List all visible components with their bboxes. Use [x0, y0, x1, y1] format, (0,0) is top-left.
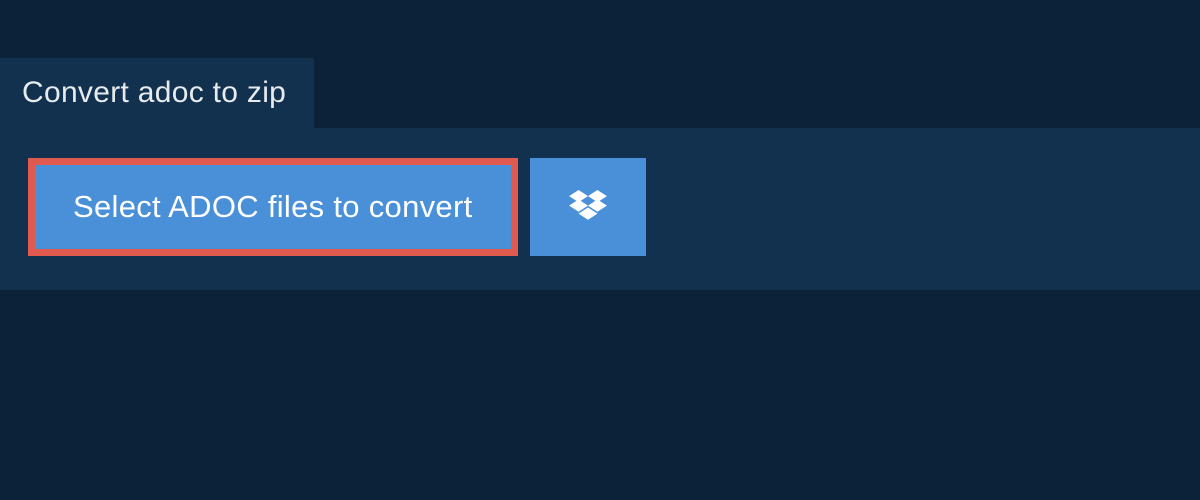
select-files-button[interactable]: Select ADOC files to convert [28, 158, 518, 256]
main-panel: Select ADOC files to convert [0, 128, 1200, 290]
page-title: Convert adoc to zip [22, 76, 286, 109]
tab-header: Convert adoc to zip [0, 58, 314, 128]
select-files-label: Select ADOC files to convert [73, 189, 473, 225]
button-row: Select ADOC files to convert [28, 158, 1172, 256]
dropbox-icon [569, 190, 607, 224]
dropbox-button[interactable] [530, 158, 646, 256]
